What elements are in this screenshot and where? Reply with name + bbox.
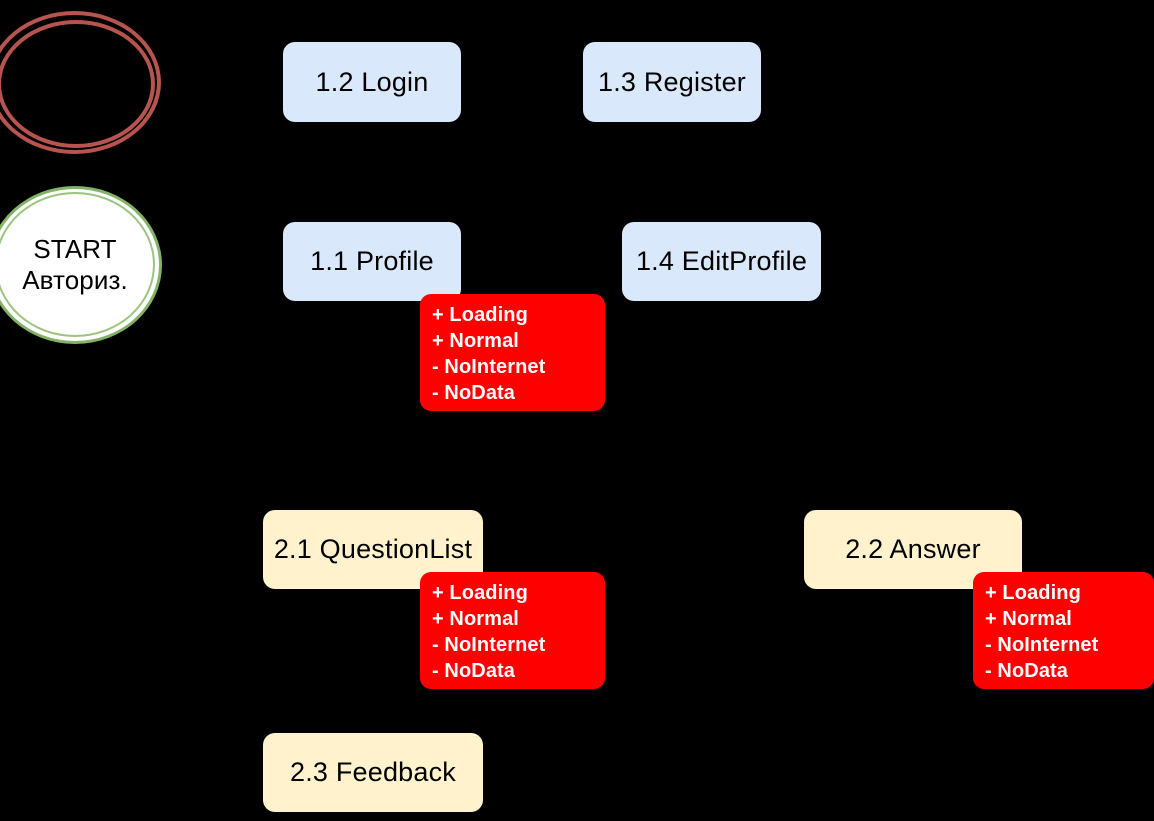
node-label: 1.3 Register [598, 66, 746, 97]
node-label: 2.2 Answer [845, 534, 981, 564]
state-line-nodata: - NoData [985, 659, 1069, 682]
state-line-nodata: - NoData [432, 381, 516, 404]
node-1-2-login[interactable]: 1.2 Login [283, 42, 461, 122]
state-line-normal: + Normal [432, 329, 519, 352]
state-line-nodata: - NoData [432, 659, 516, 682]
node-1-4-editprofile[interactable]: 1.4 EditProfile [622, 222, 821, 301]
start-node-line-1: START [33, 234, 117, 265]
diagram-canvas: START Авториз. 1.2 Login 1.3 Register 1.… [0, 0, 1154, 821]
state-line-loading: + Loading [432, 582, 528, 604]
node-label: 2.3 Feedback [289, 757, 456, 787]
state-line-normal: + Normal [985, 607, 1072, 630]
state-line-loading: + Loading [985, 582, 1081, 604]
empty-circle-node-inner-ring [0, 20, 155, 148]
state-line-nointernet: - NoInternet [432, 633, 546, 656]
node-label: 1.4 EditProfile [635, 246, 808, 276]
node-label: 2.1 QuestionList [273, 534, 473, 564]
state-box-questionlist[interactable]: + Loading + Normal - NoInternet - NoData [420, 572, 605, 689]
state-box-profile[interactable]: + Loading + Normal - NoInternet - NoData [420, 294, 605, 411]
state-line-nointernet: - NoInternet [432, 355, 546, 378]
state-line-loading: + Loading [432, 304, 528, 326]
node-1-3-register[interactable]: 1.3 Register [583, 42, 761, 122]
node-1-1-profile[interactable]: 1.1 Profile [283, 222, 461, 301]
state-line-nointernet: - NoInternet [985, 633, 1099, 656]
start-node-label: START Авториз. [0, 186, 162, 344]
state-box-answer[interactable]: + Loading + Normal - NoInternet - NoData [973, 572, 1154, 689]
start-node-line-2: Авториз. [22, 265, 128, 295]
state-line-normal: + Normal [432, 607, 519, 630]
node-label: 1.1 Profile [310, 246, 434, 276]
node-2-3-feedback[interactable]: 2.3 Feedback [263, 733, 483, 812]
node-label: 1.2 Login [315, 66, 429, 97]
